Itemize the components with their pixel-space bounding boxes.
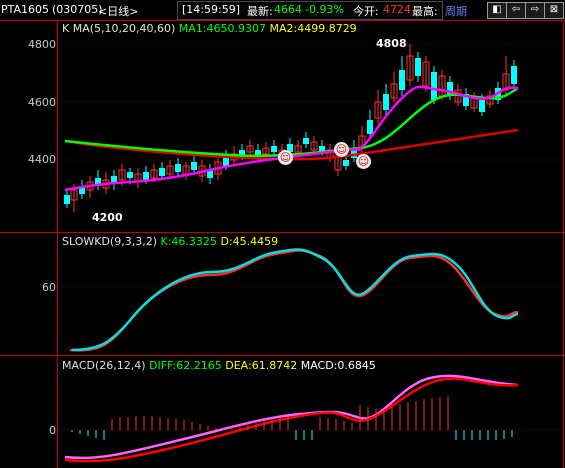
candle-body [64, 195, 70, 204]
candle-body [127, 172, 133, 178]
period-low-label: 4200 [92, 211, 123, 224]
candle-body [271, 146, 277, 152]
macd-diff-line [64, 377, 519, 463]
candle-body [511, 66, 517, 84]
smiley-icon: ☺ [334, 142, 349, 157]
candle-body [431, 72, 437, 100]
candle-body [303, 138, 309, 144]
candlesticks [64, 44, 517, 212]
candle-body [143, 172, 149, 180]
candle-body [159, 168, 165, 176]
kd-d-line [69, 249, 519, 352]
smiley-icon: ☺ [356, 154, 371, 169]
smiley-icon: ☺ [278, 150, 293, 165]
candle-body [191, 162, 197, 170]
macd-histogram [71, 396, 513, 440]
candle-body [399, 70, 405, 90]
candle-body [415, 58, 421, 76]
candle-body [367, 120, 373, 134]
chart-canvas [58, 44, 563, 463]
candle-body [383, 94, 389, 110]
candle-body [175, 164, 181, 172]
candle-body [343, 160, 349, 166]
period-high-label: 4808 [376, 37, 407, 50]
candle-body [479, 100, 485, 112]
